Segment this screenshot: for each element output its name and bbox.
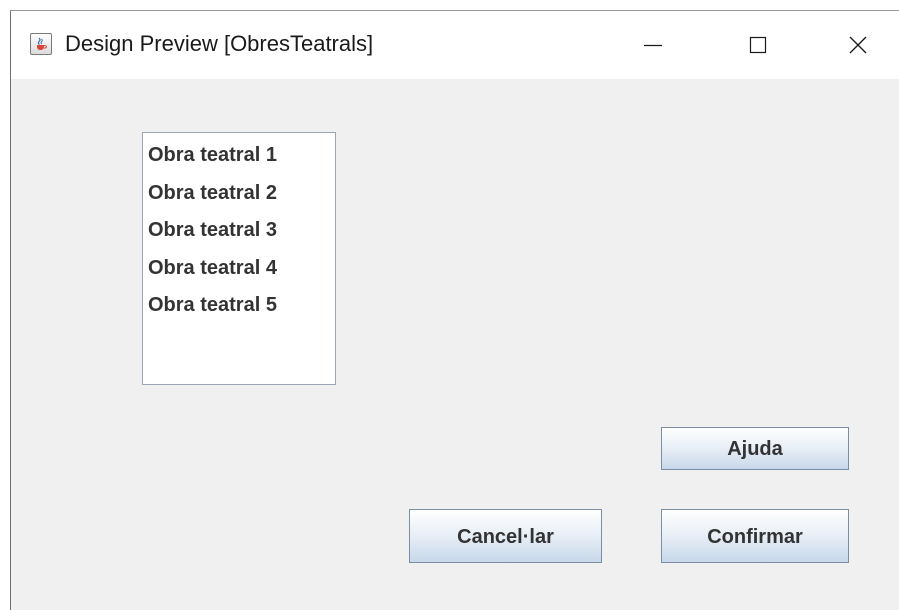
confirm-button[interactable]: Confirmar <box>661 509 849 563</box>
list-item[interactable]: Obra teatral 5 <box>143 293 335 331</box>
plays-list[interactable]: Obra teatral 1 Obra teatral 2 Obra teatr… <box>142 132 336 385</box>
minimize-icon <box>644 44 662 47</box>
dialog-window: Design Preview [ObresTeatrals] Obra teat… <box>10 10 899 610</box>
help-button[interactable]: Ajuda <box>661 427 849 470</box>
list-item[interactable]: Obra teatral 3 <box>143 218 335 256</box>
close-button[interactable] <box>823 11 893 79</box>
list-item[interactable]: Obra teatral 4 <box>143 256 335 294</box>
title-bar[interactable]: Design Preview [ObresTeatrals] <box>11 11 899 79</box>
maximize-icon <box>749 36 767 54</box>
window-title: Design Preview [ObresTeatrals] <box>65 31 374 56</box>
close-icon <box>849 36 867 54</box>
cancel-button[interactable]: Cancel·lar <box>409 509 602 563</box>
maximize-button[interactable] <box>723 11 793 79</box>
minimize-button[interactable] <box>618 11 688 79</box>
list-item[interactable]: Obra teatral 2 <box>143 181 335 219</box>
list-item[interactable]: Obra teatral 1 <box>143 143 335 181</box>
java-cup-icon[interactable] <box>30 33 52 55</box>
